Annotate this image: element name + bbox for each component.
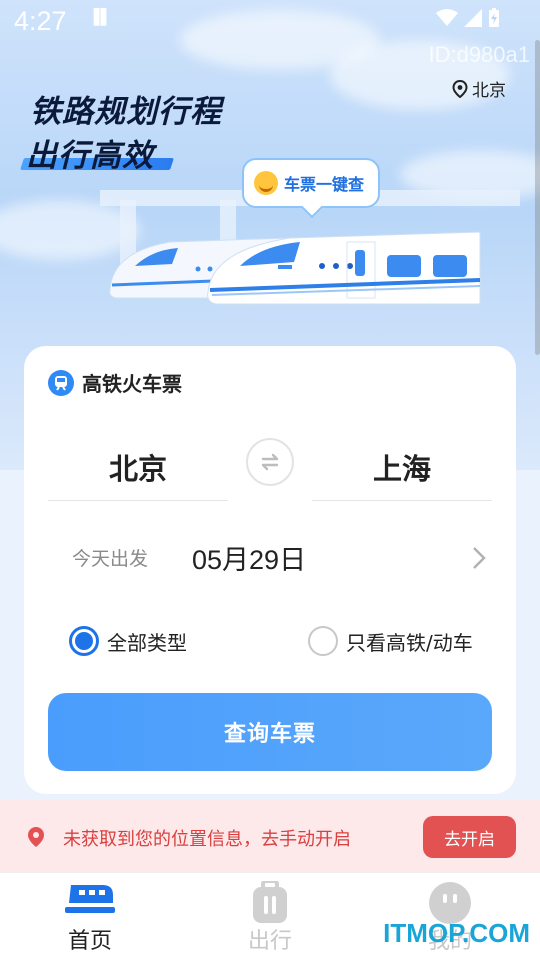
departure-city[interactable]: 北京 <box>48 446 228 488</box>
filter-hs-label: 只看高铁/动车 <box>346 630 473 655</box>
location-pin-icon <box>452 79 468 98</box>
arrival-underline <box>312 500 492 501</box>
wifi-icon <box>436 9 458 26</box>
luggage-icon <box>253 881 287 923</box>
location-label: 北京 <box>472 81 506 101</box>
chevron-right-icon <box>473 547 486 569</box>
battery-icon <box>489 8 499 27</box>
ticket-search-card: 高铁火车票 北京 上海 今天出发 05月29日 全部类型 只看高铁/动车 查询车… <box>24 346 516 794</box>
bubble-label: 车票一键查 <box>284 175 365 194</box>
filter-all-types[interactable]: 全部类型 <box>69 626 187 656</box>
location-selector[interactable]: 北京 <box>452 76 506 101</box>
swap-cities-button[interactable] <box>246 438 294 486</box>
filter-high-speed-only[interactable]: 只看高铁/动车 <box>308 626 473 656</box>
smiley-icon <box>254 171 278 195</box>
radio-unselected-icon <box>308 626 338 656</box>
location-warning-icon <box>28 827 44 847</box>
card-title: 高铁火车票 <box>48 368 182 397</box>
date-hint: 今天出发 <box>72 548 149 570</box>
filter-all-label: 全部类型 <box>107 630 187 655</box>
date-selector[interactable]: 今天出发 05月29日 <box>48 532 492 584</box>
swap-icon <box>261 453 279 471</box>
tab-home-label: 首页 <box>67 929 112 954</box>
watermark: ITMOP.COM <box>383 918 530 948</box>
train-icon <box>48 369 74 396</box>
departure-underline <box>48 500 228 501</box>
location-permission-banner: 未获取到您的位置信息，去手动开启 去开启 <box>0 800 540 872</box>
search-tickets-button[interactable]: 查询车票 <box>48 693 492 771</box>
radio-selected-icon <box>69 626 99 656</box>
date-value: 05月29日 <box>192 545 307 575</box>
scrollbar[interactable] <box>535 40 540 355</box>
location-notice-text: 未获取到您的位置信息，去手动开启 <box>63 829 351 850</box>
tab-home[interactable]: 首页 <box>0 873 180 960</box>
train-icon <box>65 885 115 913</box>
arrival-city[interactable]: 上海 <box>312 446 492 488</box>
slogan-line2: 出行高效 <box>26 138 154 174</box>
device-id: ID:d980a1 <box>428 42 530 67</box>
quick-search-bubble[interactable]: 车票一键查 <box>242 158 381 208</box>
slogan-line1: 铁路规划行程 <box>30 94 222 130</box>
notification-icon: ▐▌ <box>88 8 114 26</box>
status-time: 4:27 <box>14 6 67 36</box>
enable-location-button[interactable]: 去开启 <box>423 816 516 858</box>
status-bar: 4:27 ▐▌ <box>0 0 540 44</box>
tab-trip-label: 出行 <box>247 929 292 954</box>
tab-trip[interactable]: 出行 <box>180 873 360 960</box>
card-title-label: 高铁火车票 <box>82 372 182 396</box>
signal-icon <box>464 9 482 27</box>
